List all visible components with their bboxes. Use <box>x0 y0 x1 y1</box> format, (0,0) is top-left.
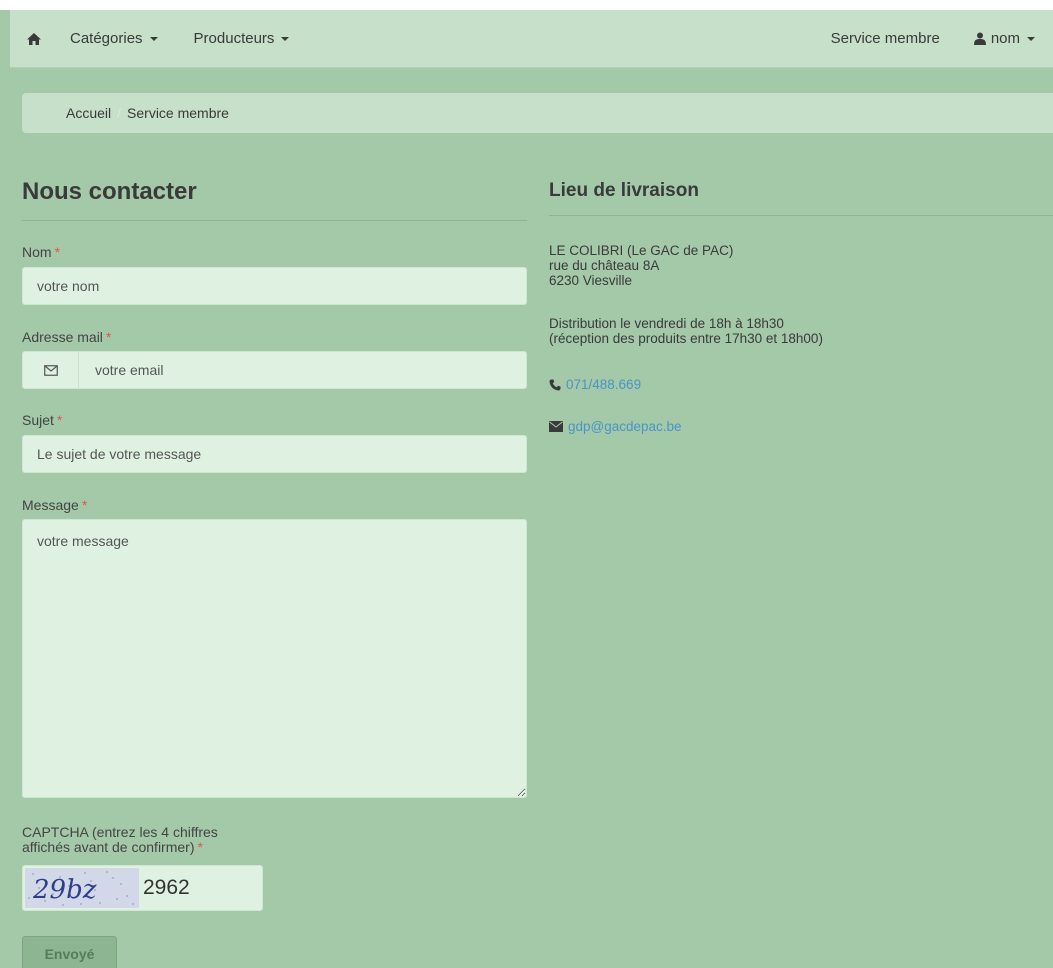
submit-button[interactable]: Envoyé <box>22 936 117 968</box>
top-strip <box>0 0 1053 10</box>
location-street: rue du château 8A <box>549 258 660 273</box>
location-address: LE COLIBRI (Le GAC de PAC) rue du châtea… <box>549 243 733 288</box>
message-label-text: Message <box>22 497 79 513</box>
email-link[interactable]: gdp@gacdepac.be <box>568 419 682 434</box>
email-input-group <box>22 351 527 389</box>
subject-field[interactable] <box>22 435 527 473</box>
required-marker: * <box>54 244 61 260</box>
captcha-field[interactable] <box>139 876 262 900</box>
page-title: Nous contacter <box>22 178 197 205</box>
breadcrumb-home-link[interactable]: Accueil <box>66 105 111 121</box>
chevron-down-icon <box>281 36 290 41</box>
distribution-time: Distribution le vendredi de 18h à 18h30 <box>549 316 784 331</box>
navbar: Catégories Producteurs Service membre no… <box>10 10 1053 68</box>
nav-user-label: nom <box>990 30 1020 47</box>
name-label: Nom * <box>22 244 60 260</box>
captcha-label: CAPTCHA (entrez les 4 chiffres affichés … <box>22 825 218 855</box>
chevron-down-icon <box>1027 36 1035 41</box>
nav-categories[interactable]: Catégories <box>70 30 158 47</box>
captcha-label-line2: affichés avant de confirmer) <box>22 839 195 855</box>
subject-label: Sujet * <box>22 412 62 428</box>
email-row: gdp@gacdepac.be <box>549 419 682 434</box>
phone-icon <box>549 379 561 390</box>
envelope-icon <box>23 352 79 388</box>
title-divider <box>22 220 527 221</box>
captcha-image: 29bz <box>25 868 139 908</box>
breadcrumb-current: Service membre <box>127 105 229 121</box>
location-divider <box>549 215 1053 216</box>
email-label: Adresse mail * <box>22 329 111 345</box>
required-marker: * <box>81 497 88 513</box>
captcha-text: 29bz <box>32 875 97 905</box>
phone-row: 071/488.669 <box>549 377 641 392</box>
required-marker: * <box>105 329 112 345</box>
breadcrumb-separator: / <box>117 105 122 121</box>
nav-service-membre[interactable]: Service membre <box>831 30 940 47</box>
message-field[interactable] <box>22 519 527 798</box>
name-label-text: Nom <box>22 244 52 260</box>
chevron-down-icon <box>149 36 158 41</box>
location-city: 6230 Viesville <box>549 273 633 288</box>
name-field[interactable] <box>22 267 527 305</box>
email-label-text: Adresse mail <box>22 329 103 345</box>
nav-user-menu[interactable]: nom <box>973 30 1035 47</box>
email-field[interactable] <box>79 352 526 388</box>
subject-label-text: Sujet <box>22 412 54 428</box>
captcha-group: 29bz <box>22 865 263 911</box>
nav-producers[interactable]: Producteurs <box>194 30 290 47</box>
phone-link[interactable]: 071/488.669 <box>566 377 641 392</box>
location-title: Lieu de livraison <box>549 180 699 201</box>
user-icon <box>973 32 986 45</box>
required-marker: * <box>197 839 203 855</box>
location-name: LE COLIBRI (Le GAC de PAC) <box>549 243 734 258</box>
required-marker: * <box>56 412 63 428</box>
home-icon[interactable] <box>26 31 42 47</box>
nav-producers-label: Producteurs <box>193 30 275 47</box>
location-schedule: Distribution le vendredi de 18h à 18h30 … <box>549 316 823 346</box>
message-label: Message * <box>22 497 87 513</box>
reception-time: (réception des produits entre 17h30 et 1… <box>549 331 823 346</box>
breadcrumb: Accueil / Service membre <box>22 93 1053 133</box>
nav-categories-label: Catégories <box>70 30 143 47</box>
captcha-label-line1: CAPTCHA (entrez les 4 chiffres <box>22 824 218 840</box>
envelope-icon <box>549 421 563 432</box>
